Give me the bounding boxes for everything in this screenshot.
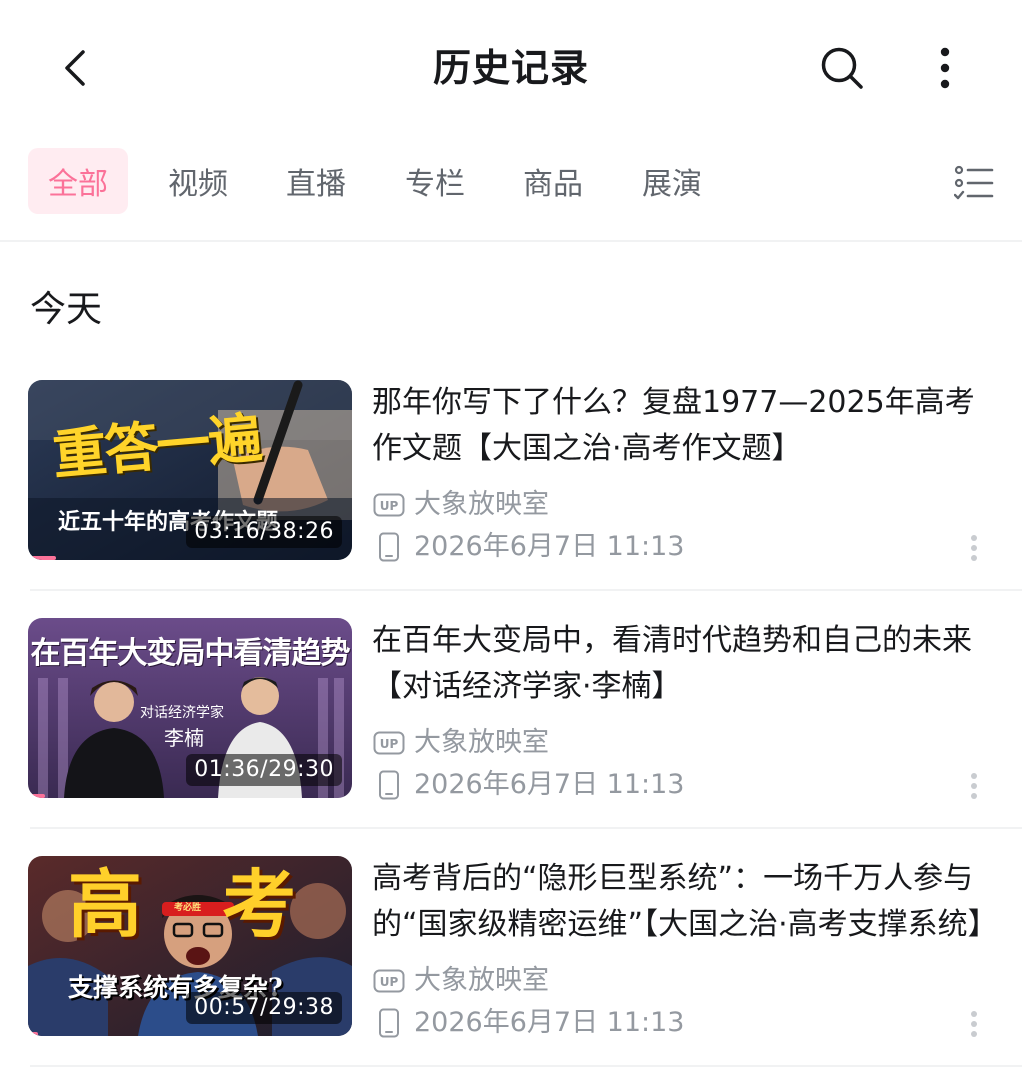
svg-text:UP: UP (380, 737, 399, 751)
uploader-row: UP 大象放映室 (372, 487, 549, 523)
tab-goods[interactable]: 商品 (503, 148, 603, 214)
tab-live[interactable]: 直播 (266, 148, 366, 214)
category-tabs: 全部 视频 直播 专栏 商品 展演 (0, 145, 1022, 217)
item-info: 那年你写下了什么？复盘1977—2025年高考作文题【大国之治·高考作文题】 U… (372, 380, 992, 562)
tab-column[interactable]: 专栏 (385, 148, 485, 214)
video-thumbnail[interactable]: 重答一遍 近五十年的高考作文题 03:16/38:26 (28, 380, 352, 560)
phone-icon (372, 1006, 406, 1040)
top-bar: 历史记录 (0, 0, 1022, 135)
watch-time-row: 2026年6月7日 11:13 (372, 767, 684, 803)
tab-video[interactable]: 视频 (148, 148, 248, 214)
svg-text:UP: UP (380, 499, 399, 513)
up-badge-icon: UP (372, 488, 406, 522)
duration-badge: 01:36/29:30 (186, 754, 342, 786)
uploader-row: UP 大象放映室 (372, 725, 549, 761)
tab-shows[interactable]: 展演 (622, 148, 722, 214)
section-heading-today: 今天 (30, 289, 103, 330)
history-item[interactable]: 考必胜 高考 支撑系统有多复杂? 00:57/29:38 高考背后的“隐形巨型系… (0, 856, 1022, 1080)
uploader-name: 大象放映室 (414, 727, 549, 758)
item-more-icon[interactable] (960, 768, 988, 804)
watch-time: 2026年6月7日 11:13 (414, 769, 685, 800)
item-info: 在百年大变局中，看清时代趋势和自己的未来【对话经济学家·李楠】 UP 大象放映室… (372, 618, 992, 800)
uploader-name: 大象放映室 (414, 489, 549, 520)
thumbnail-headline: 高考 (68, 862, 352, 948)
watch-time-row: 2026年6月7日 11:13 (372, 1005, 684, 1041)
video-thumbnail[interactable]: 考必胜 高考 支撑系统有多复杂? 00:57/29:38 (28, 856, 352, 1036)
row-divider (30, 827, 1022, 829)
watch-progress-bar (28, 794, 46, 798)
tab-all[interactable]: 全部 (28, 148, 128, 214)
phone-icon (372, 530, 406, 564)
row-divider (30, 589, 1022, 591)
uploader-row: UP 大象放映室 (372, 963, 549, 999)
item-more-icon[interactable] (960, 1006, 988, 1042)
phone-icon (372, 768, 406, 802)
thumbnail-subtitle: 对话经济学家 (140, 705, 224, 721)
svg-text:UP: UP (380, 975, 399, 989)
duration-badge: 00:57/29:38 (186, 992, 342, 1024)
item-more-icon[interactable] (960, 530, 988, 566)
watch-progress-bar (28, 1032, 39, 1036)
row-divider (30, 1065, 1022, 1067)
video-title: 那年你写下了什么？复盘1977—2025年高考作文题【大国之治·高考作文题】 (372, 385, 975, 466)
watch-time: 2026年6月7日 11:13 (414, 1007, 685, 1038)
video-thumbnail[interactable]: 在百年大变局中看清趋势 对话经济学家 李楠 01:36/29:30 (28, 618, 352, 798)
up-badge-icon: UP (372, 726, 406, 760)
checklist-icon[interactable] (944, 155, 1004, 211)
thumbnail-name: 李楠 (164, 726, 204, 750)
watch-time-row: 2026年6月7日 11:13 (372, 529, 684, 565)
video-title: 高考背后的“隐形巨型系统”：一场千万人参与的“国家级精密运维”【大国之治·高考支… (372, 861, 992, 942)
up-badge-icon: UP (372, 964, 406, 998)
watch-time: 2026年6月7日 11:13 (414, 531, 685, 562)
history-item[interactable]: 在百年大变局中看清趋势 对话经济学家 李楠 01:36/29:30 在百年大变局… (0, 618, 1022, 856)
more-vertical-icon[interactable] (920, 38, 970, 98)
watch-progress-bar (28, 556, 56, 560)
tabs-divider (0, 240, 1022, 242)
search-icon[interactable] (812, 38, 872, 98)
video-title: 在百年大变局中，看清时代趋势和自己的未来【对话经济学家·李楠】 (372, 623, 972, 704)
history-item[interactable]: 重答一遍 近五十年的高考作文题 03:16/38:26 那年你写下了什么？复盘1… (0, 380, 1022, 618)
duration-badge: 03:16/38:26 (186, 516, 342, 548)
item-info: 高考背后的“隐形巨型系统”：一场千万人参与的“国家级精密运维”【大国之治·高考支… (372, 856, 992, 1038)
thumbnail-headline: 在百年大变局中看清趋势 (30, 636, 351, 671)
uploader-name: 大象放映室 (414, 965, 549, 996)
